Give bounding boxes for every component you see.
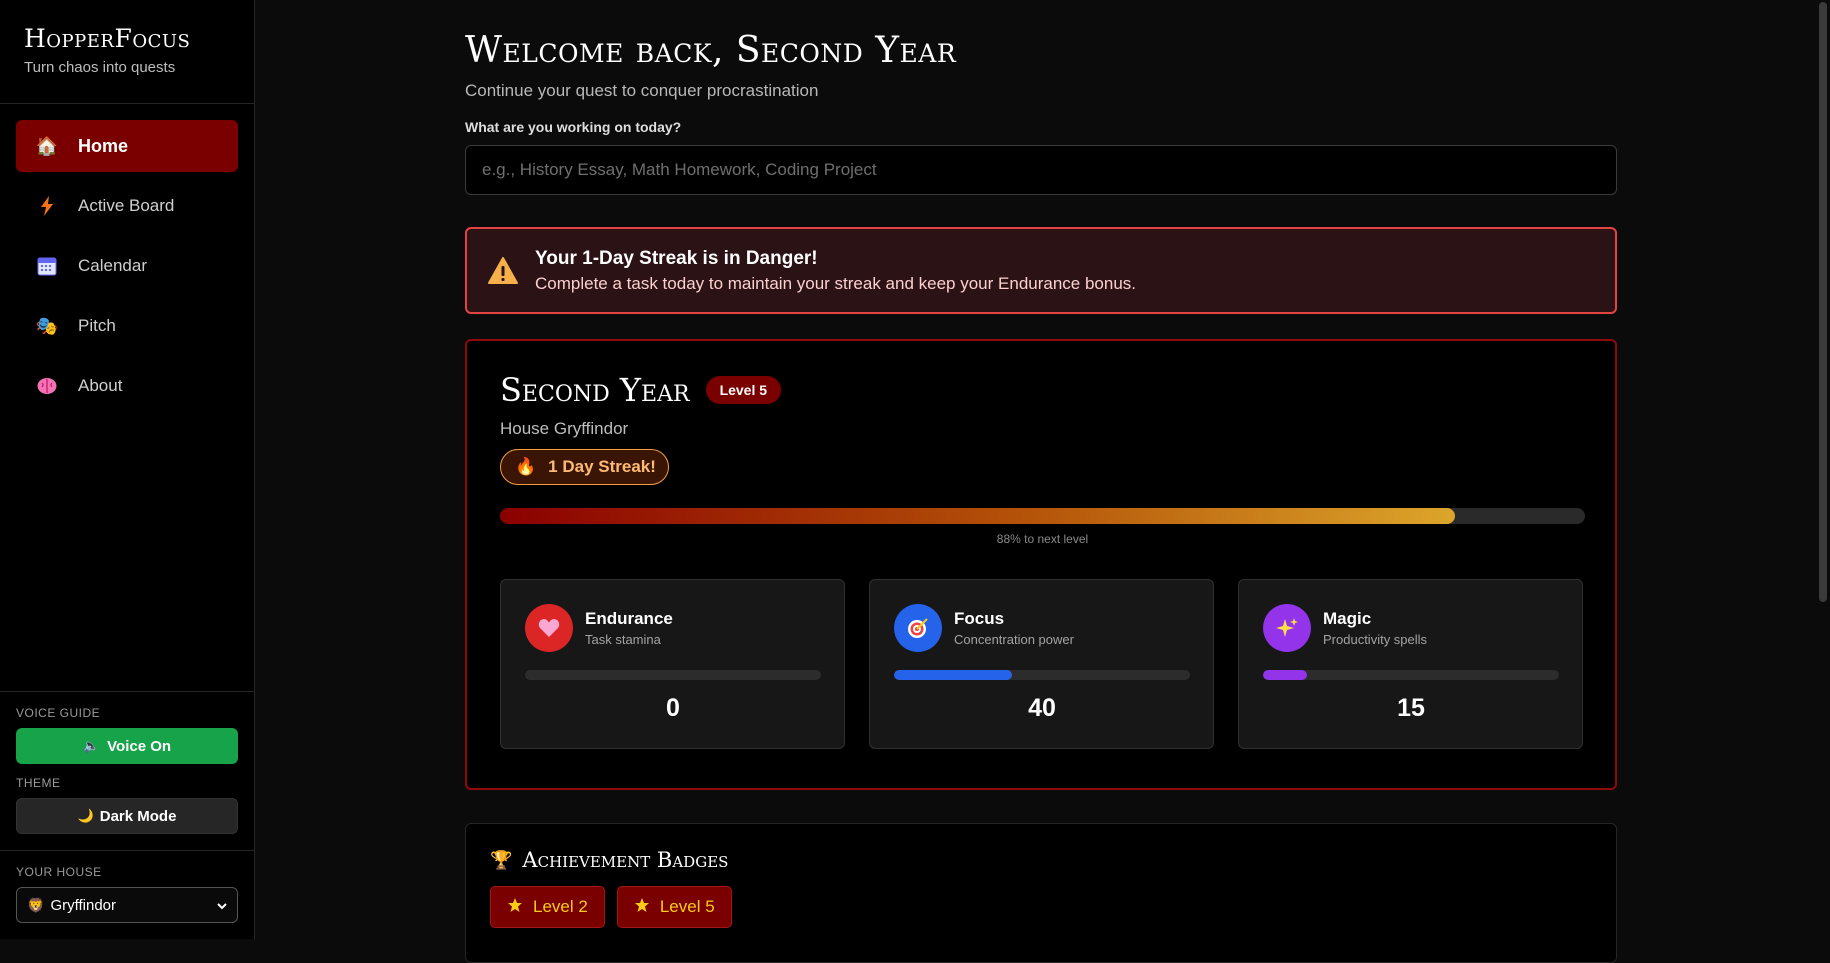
- sidebar-item-home[interactable]: 🏠 Home: [16, 120, 238, 172]
- sidebar-item-calendar[interactable]: Calendar: [16, 240, 238, 292]
- sidebar-item-label: Calendar: [78, 256, 147, 275]
- task-input[interactable]: [465, 145, 1617, 195]
- stat-progress-fill: [894, 670, 1013, 680]
- sidebar: HopperFocus Turn chaos into quests 🏠 Hom…: [0, 0, 255, 939]
- badge-row: Level 2 Level 5: [490, 886, 1592, 928]
- sidebar-bottom: VOICE GUIDE 🔈 Voice On THEME 🌙 Dark Mode…: [0, 691, 254, 939]
- alert-text: Complete a task today to maintain your s…: [535, 273, 1137, 293]
- sidebar-nav: 🏠 Home Active Board Calendar 🎭 Pitch Abo…: [0, 104, 254, 436]
- stat-title: Magic: [1323, 609, 1372, 628]
- trophy-icon: 🏆: [490, 849, 513, 871]
- house-section: YOUR HOUSE 🦁 Gryffindor: [0, 850, 254, 939]
- task-input-label: What are you working on today?: [465, 119, 682, 135]
- stat-progress-bar: [894, 670, 1190, 680]
- stat-subtitle: Productivity spells: [1323, 632, 1428, 647]
- xp-progress-fill: [500, 508, 1455, 524]
- scrollbar-thumb[interactable]: [1819, 2, 1827, 602]
- calendar-icon: [36, 255, 58, 277]
- badges-title-text: Achievement Badges: [522, 848, 729, 872]
- stat-value: 40: [1028, 694, 1056, 722]
- chevron-down-icon: [217, 897, 227, 914]
- stat-card-magic: Magic Productivity spells 15: [1238, 579, 1583, 749]
- moon-icon: 🌙: [77, 808, 94, 823]
- voice-button-label: Voice On: [107, 737, 172, 755]
- xp-progress-bar: [500, 508, 1585, 524]
- theme-label: THEME: [16, 776, 61, 790]
- xp-caption: 88% to next level: [996, 532, 1089, 546]
- stat-title: Focus: [954, 609, 1005, 628]
- warning-icon: [488, 256, 518, 284]
- voice-theme-section: VOICE GUIDE 🔈 Voice On THEME 🌙 Dark Mode: [0, 691, 254, 850]
- main-content: Welcome back, Second Year Continue your …: [465, 0, 1617, 963]
- page-scrollbar[interactable]: [1816, 0, 1830, 939]
- lightning-icon: [36, 195, 58, 217]
- heart-icon: [525, 604, 573, 652]
- stat-progress-fill: [1263, 670, 1308, 680]
- stat-card-focus: Focus Concentration power 40: [869, 579, 1214, 749]
- badge-level-5[interactable]: Level 5: [616, 886, 732, 928]
- sidebar-item-about[interactable]: About: [16, 360, 238, 412]
- stat-value: 15: [1397, 694, 1425, 722]
- stat-progress-bar: [525, 670, 821, 680]
- sidebar-item-label: Pitch: [78, 316, 116, 335]
- profile-card: Second Year Level 5 House Gryffindor 🔥 1…: [465, 339, 1617, 790]
- stat-progress-bar: [1263, 670, 1559, 680]
- page-title: Welcome back, Second Year: [465, 30, 957, 71]
- stats-row: Endurance Task stamina 0 Focus Concentra…: [500, 579, 1583, 749]
- profile-header: Second Year Level 5: [500, 371, 1582, 409]
- sidebar-item-label: Active Board: [78, 196, 175, 215]
- star-icon: [507, 897, 523, 918]
- sparkles-icon: [1263, 604, 1311, 652]
- stat-subtitle: Task stamina: [585, 632, 661, 647]
- badge-label: Level 5: [659, 897, 715, 916]
- speaker-icon: 🔈: [82, 738, 100, 753]
- house-select-value: Gryffindor: [50, 896, 117, 914]
- theater-masks-icon: 🎭: [35, 315, 59, 336]
- brand-title: HopperFocus: [24, 24, 191, 53]
- lion-icon: 🦁: [27, 896, 45, 913]
- level-badge: Level 5: [705, 376, 782, 404]
- theme-button-label: Dark Mode: [99, 807, 177, 825]
- theme-toggle-button[interactable]: 🌙 Dark Mode: [16, 798, 238, 834]
- badges-title: 🏆 Achievement Badges: [490, 848, 1592, 872]
- streak-label: 1 Day Streak!: [548, 457, 656, 476]
- sidebar-item-active-board[interactable]: Active Board: [16, 180, 238, 232]
- page-subtitle: Continue your quest to conquer procrasti…: [465, 81, 819, 100]
- star-icon: [634, 897, 650, 918]
- flame-icon: 🔥: [515, 457, 537, 476]
- alert-title: Your 1-Day Streak is in Danger!: [535, 247, 818, 269]
- stat-subtitle: Concentration power: [954, 632, 1074, 647]
- brain-icon: [36, 375, 58, 397]
- home-icon: 🏠: [35, 135, 59, 156]
- stat-card-endurance: Endurance Task stamina 0: [500, 579, 845, 749]
- sidebar-item-label: Home: [78, 135, 129, 156]
- badge-label: Level 2: [533, 897, 588, 916]
- streak-danger-alert: Your 1-Day Streak is in Danger! Complete…: [465, 227, 1617, 314]
- house-select[interactable]: 🦁 Gryffindor: [16, 887, 238, 923]
- profile-name: Second Year: [500, 371, 690, 409]
- your-house-label: YOUR HOUSE: [16, 865, 102, 879]
- target-icon: [894, 604, 942, 652]
- voice-guide-label: VOICE GUIDE: [16, 706, 101, 720]
- voice-toggle-button[interactable]: 🔈 Voice On: [16, 728, 238, 764]
- brand-subtitle: Turn chaos into quests: [24, 59, 176, 76]
- achievement-badges-card: 🏆 Achievement Badges Level 2 Level 5: [465, 823, 1617, 963]
- brand: HopperFocus Turn chaos into quests: [0, 0, 254, 104]
- sidebar-item-pitch[interactable]: 🎭 Pitch: [16, 300, 238, 352]
- sidebar-item-label: About: [78, 376, 123, 395]
- house-name: House Gryffindor: [500, 419, 629, 438]
- stat-value: 0: [666, 694, 680, 722]
- streak-pill: 🔥 1 Day Streak!: [500, 449, 669, 485]
- badge-level-2[interactable]: Level 2: [490, 886, 605, 928]
- stat-title: Endurance: [585, 609, 673, 628]
